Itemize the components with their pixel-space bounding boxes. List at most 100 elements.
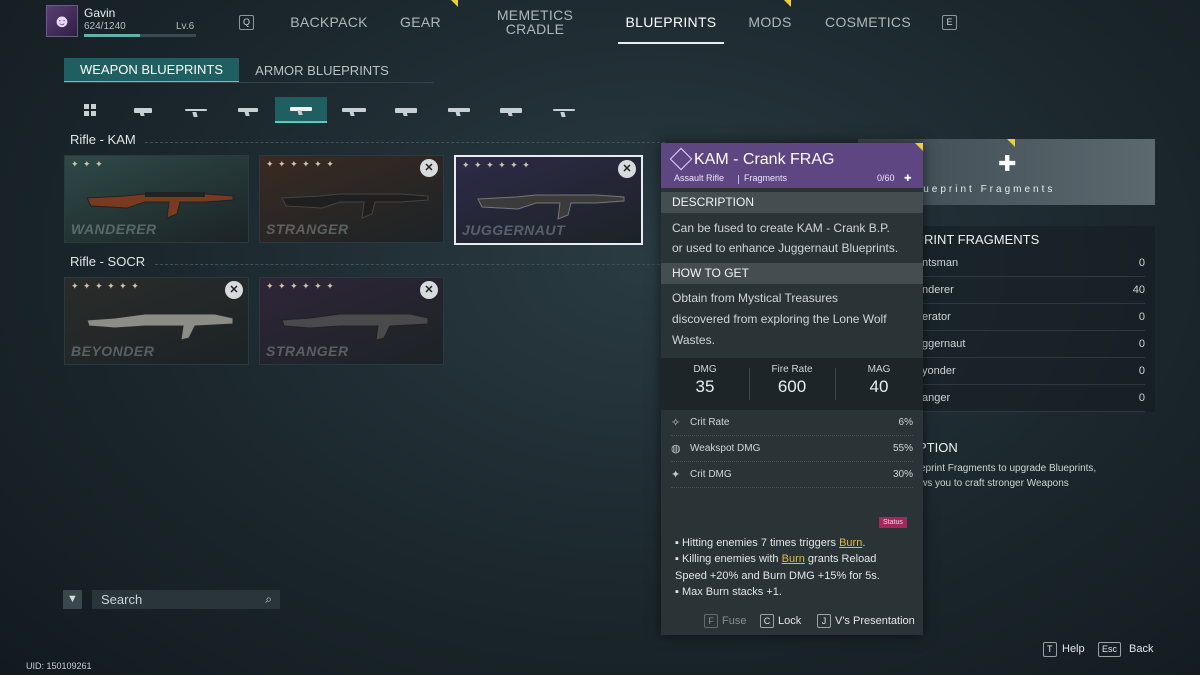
rifle-image [281, 313, 429, 341]
puzzle-icon: ✚ [904, 173, 912, 183]
blueprint-card[interactable]: ✦ ✦ ✦ ✦ ✦ ✦ ✕ STRANGER [259, 277, 444, 365]
effect-line: ▪ Hitting enemies 7 times triggers Burn. [675, 535, 915, 552]
stat-dmg: DMG 35 [683, 364, 727, 397]
separator [749, 368, 750, 400]
section-divider [145, 142, 665, 143]
blueprint-card[interactable]: ✦ ✦ ✦ ✦ ✦ ✦ ✕ BEYONDER [64, 277, 249, 365]
effect-text: ▪ Killing enemies with [675, 553, 782, 565]
effect-line: ▪ Killing enemies with Burn grants Reloa… [675, 551, 915, 568]
star-rating: ✦ ✦ ✦ ✦ ✦ ✦ [266, 159, 335, 169]
subtab-divider [64, 82, 434, 83]
new-indicator [1007, 139, 1015, 147]
avatar[interactable]: ☻ [46, 5, 78, 37]
rifle-image [86, 313, 234, 341]
stat-box: DMG 35 Fire Rate 600 MAG 40 [661, 358, 923, 410]
key-hint-f: F [704, 614, 718, 628]
weapon-type-crossbow[interactable] [538, 97, 590, 123]
fuse-action[interactable]: Fuse [722, 615, 746, 627]
shotgun-icon [185, 109, 207, 111]
fuse-icon[interactable]: ✕ [420, 159, 438, 177]
weapon-type-launcher[interactable] [485, 97, 537, 123]
lmg-icon [395, 107, 417, 113]
fuse-icon[interactable]: ✕ [420, 281, 438, 299]
status-badge: Status [879, 517, 907, 528]
tab-gear[interactable]: GEAR [392, 0, 449, 44]
tab-weapon-blueprints[interactable]: WEAPON BLUEPRINTS [64, 58, 239, 83]
blueprint-card[interactable]: ✦ ✦ ✦ WANDERER [64, 155, 249, 243]
search-placeholder: Search [101, 592, 143, 607]
player-name: Gavin [84, 6, 116, 20]
effect-line: Speed +20% and Burn DMG +15% for 5s. [675, 570, 880, 582]
back-button[interactable]: Back [1129, 643, 1153, 655]
key-hint-q[interactable]: Q [239, 15, 254, 30]
blueprint-card-selected[interactable]: ✦ ✦ ✦ ✦ ✦ ✦ ✕ JUGGERNAUT [454, 155, 643, 245]
substat-label: Crit DMG [690, 469, 732, 480]
burn-keyword[interactable]: Burn [839, 537, 862, 549]
star-rating: ✦ ✦ ✦ ✦ ✦ ✦ [71, 281, 140, 291]
effect-line: ▪ Max Burn stacks +1. [675, 586, 782, 598]
filter-icon: ▼ [67, 593, 78, 605]
fragment-name: ntsman [922, 257, 959, 269]
top-bar: ☻ Gavin 624/1240 Lv.6 Q BACKPACK GEAR ME… [0, 0, 1200, 44]
stat-value: 35 [695, 377, 715, 396]
substat-label: Weakspot DMG [690, 443, 761, 454]
key-hint-e[interactable]: E [942, 15, 957, 30]
tab-cosmetics[interactable]: COSMETICS [820, 0, 916, 44]
blueprint-card[interactable]: ✦ ✦ ✦ ✦ ✦ ✦ ✕ STRANGER [259, 155, 444, 243]
item-title: KAM - Crank FRAG [694, 151, 835, 168]
fuse-icon[interactable]: ✕ [618, 160, 636, 178]
weapon-type-rifle[interactable] [328, 97, 380, 123]
stat-value: 600 [777, 377, 807, 396]
key-hint-j: J [817, 614, 831, 628]
rarity-label: STRANGER [266, 221, 349, 237]
rarity-label: JUGGERNAUT [462, 222, 566, 238]
tab-label: MODS [748, 14, 792, 30]
rifle-image [477, 194, 625, 220]
effect-text: . [862, 537, 866, 549]
crossbow-icon [553, 109, 575, 111]
description-line: eprint Fragments to upgrade Blueprints, [920, 463, 1097, 474]
tab-blueprints[interactable]: BLUEPRINTS [618, 0, 724, 44]
search-icon: ⌕ [265, 592, 272, 606]
new-indicator [915, 143, 923, 151]
separator [835, 368, 836, 400]
description-header: DESCRIPTION [661, 192, 923, 213]
weapon-type-all[interactable] [64, 97, 116, 123]
weapon-type-lmg[interactable] [380, 97, 432, 123]
fragment-count: 0 [1138, 257, 1145, 269]
fuse-icon[interactable]: ✕ [225, 281, 243, 299]
pistol-icon [134, 107, 152, 113]
weapon-type-smg[interactable] [222, 97, 274, 123]
star-rating: ✦ ✦ ✦ ✦ ✦ ✦ [462, 160, 531, 170]
weapon-type-pistol[interactable] [117, 97, 169, 123]
item-type: Assault Rifle [674, 173, 725, 183]
key-hint-c: C [760, 614, 774, 628]
tab-memetics-cradle[interactable]: MEMETICS CRADLE [490, 0, 580, 44]
fragment-count: 0 [1138, 365, 1145, 377]
uid-label: UID: 150109261 [26, 661, 92, 671]
presentation-action[interactable]: V's Presentation [835, 615, 915, 627]
lock-action[interactable]: Lock [778, 615, 801, 627]
stat-value: 40 [869, 377, 889, 396]
fragment-name: yonder [922, 365, 956, 377]
tab-armor-blueprints[interactable]: ARMOR BLUEPRINTS [246, 58, 398, 83]
filter-button[interactable]: ▼ [63, 590, 82, 609]
sniper-icon [448, 108, 470, 112]
launcher-icon [500, 107, 522, 113]
weapon-type-shotgun[interactable] [170, 97, 222, 123]
tab-label: BACKPACK [290, 14, 368, 30]
how-to-get-line: Obtain from Mystical Treasures [672, 291, 839, 305]
new-indicator [451, 0, 458, 7]
weapon-type-assault-rifle[interactable] [275, 97, 327, 123]
puzzle-icon: ✚ [998, 151, 1017, 176]
weakspot-icon: ◍ [671, 443, 681, 455]
rarity-diamond-icon [669, 147, 693, 171]
stat-mag: MAG 40 [857, 364, 901, 397]
burn-keyword[interactable]: Burn [782, 553, 805, 565]
help-button[interactable]: Help [1062, 643, 1085, 655]
search-input[interactable]: Search ⌕ [92, 590, 280, 609]
tab-backpack[interactable]: BACKPACK [285, 0, 373, 44]
player-level: Lv.6 [176, 21, 195, 32]
banner-label: lueprint Fragments [918, 184, 1056, 195]
weapon-type-sniper[interactable] [433, 97, 485, 123]
